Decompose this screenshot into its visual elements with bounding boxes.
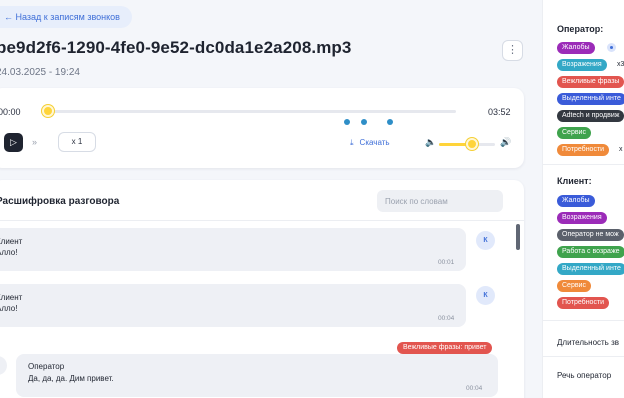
message-bubble: Клиент Алло! 00:01 bbox=[0, 228, 466, 271]
operator-avatar bbox=[0, 356, 7, 375]
message-text: Алло! bbox=[0, 304, 18, 313]
message-time: 00:04 bbox=[466, 385, 483, 392]
call-duration-label: Длительность зв bbox=[557, 338, 619, 347]
phrase-tag-badge[interactable]: Вежливые фразы: привет bbox=[397, 342, 493, 354]
tag-count: x3 bbox=[617, 61, 624, 68]
message-speaker: Клиент bbox=[0, 237, 23, 246]
timeline-marker[interactable] bbox=[361, 119, 367, 125]
client-tag[interactable]: Потребности bbox=[557, 297, 610, 309]
divider bbox=[543, 356, 624, 357]
operator-tag[interactable]: Возражения bbox=[557, 59, 607, 71]
more-options-button[interactable]: ⋮ bbox=[502, 40, 523, 61]
client-avatar: К bbox=[476, 286, 495, 305]
operator-tag[interactable]: Сервис bbox=[557, 127, 591, 139]
operator-tag[interactable]: Потребности bbox=[557, 144, 610, 156]
timeline-marker[interactable] bbox=[387, 119, 393, 125]
volume-handle[interactable] bbox=[465, 138, 478, 150]
message-text: Да, да, да. Дим привет. bbox=[28, 374, 114, 383]
message-text: Алло! bbox=[0, 248, 18, 257]
message-time: 00:04 bbox=[438, 315, 455, 322]
transcript-search-input[interactable] bbox=[377, 190, 503, 212]
page-title: be9d2f6-1290-4fe0-9e52-dc0da1e2a208.mp3 bbox=[0, 38, 352, 57]
volume-low-icon[interactable]: 🔈 bbox=[425, 137, 436, 148]
playback-speed-button[interactable]: x 1 bbox=[58, 132, 96, 152]
transcript-panel: Расшифровка разговора Клиент Алло! 00:01… bbox=[0, 180, 524, 398]
scrollbar[interactable] bbox=[516, 224, 520, 250]
divider bbox=[0, 220, 524, 221]
client-tag[interactable]: Возражения bbox=[557, 212, 607, 224]
client-avatar: К bbox=[476, 231, 495, 250]
download-button[interactable]: ⤓ Скачать bbox=[350, 138, 390, 148]
seek-handle[interactable] bbox=[42, 105, 54, 117]
message-bubble: Оператор Да, да, да. Дим привет. 00:04 bbox=[16, 354, 498, 397]
audio-player: 00:00 03:52 ▷ » x 1 ⤓ Скачать 🔈 🔊 bbox=[0, 88, 524, 168]
message-speaker: Клиент bbox=[0, 293, 23, 302]
operator-tag[interactable]: Вежливые фразы bbox=[557, 76, 624, 88]
timeline-marker[interactable] bbox=[344, 119, 350, 125]
call-detail-page: ← Назад к записям звонков be9d2f6-1290-4… bbox=[0, 0, 624, 398]
download-label: Скачать bbox=[359, 138, 390, 147]
operator-tag[interactable]: Adtech и продвиж bbox=[557, 110, 624, 122]
play-button[interactable]: ▷ bbox=[4, 133, 23, 152]
tag-count: x bbox=[619, 146, 623, 153]
operator-tags-title: Оператор: bbox=[557, 24, 604, 34]
client-tag[interactable]: Сервис bbox=[557, 280, 591, 292]
volume-high-icon[interactable]: 🔊 bbox=[500, 137, 511, 148]
tags-sidebar: Оператор: Жалобы Возражения x3 Вежливые … bbox=[542, 0, 624, 398]
loading-icon bbox=[607, 43, 616, 52]
message-time: 00:01 bbox=[438, 259, 455, 266]
client-tag[interactable]: Жалобы bbox=[557, 195, 595, 207]
back-to-calls-link[interactable]: ← Назад к записям звонков bbox=[0, 6, 132, 28]
divider bbox=[543, 164, 624, 165]
message-bubble: Клиент Алло! 00:04 bbox=[0, 284, 466, 327]
client-tag[interactable]: Выделенный инте bbox=[557, 263, 624, 275]
seek-track[interactable] bbox=[44, 110, 456, 113]
download-icon: ⤓ bbox=[350, 138, 354, 147]
total-duration: 03:52 bbox=[488, 107, 511, 117]
message-speaker: Оператор bbox=[28, 362, 65, 371]
operator-tag[interactable]: Выделенный инте bbox=[557, 93, 624, 105]
current-time: 00:00 bbox=[0, 107, 21, 117]
client-tag[interactable]: Оператор не мож bbox=[557, 229, 624, 241]
divider bbox=[543, 320, 624, 321]
call-datetime: 24.03.2025 - 19:24 bbox=[0, 67, 80, 78]
client-tag[interactable]: Работа с возраже bbox=[557, 246, 624, 258]
client-tags-title: Клиент: bbox=[557, 176, 592, 186]
transcript-title: Расшифровка разговора bbox=[0, 196, 120, 207]
fast-forward-icon[interactable]: » bbox=[32, 137, 37, 147]
operator-tag[interactable]: Жалобы bbox=[557, 42, 595, 54]
operator-speech-label: Речь оператор bbox=[557, 371, 612, 380]
